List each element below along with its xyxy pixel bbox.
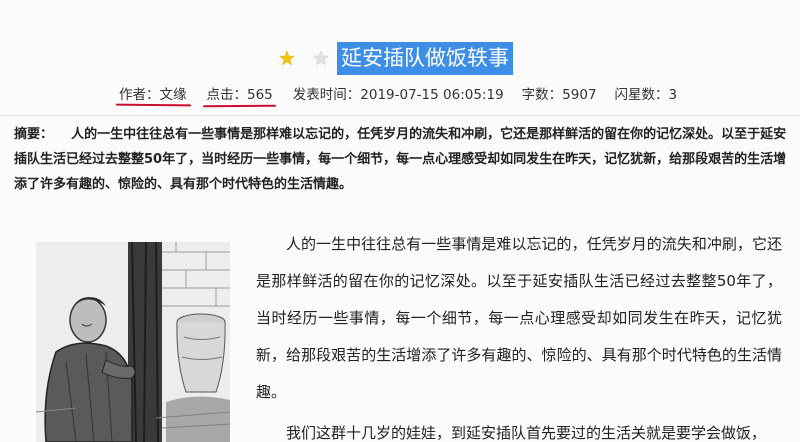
- sketch-illustration: [36, 242, 230, 442]
- body-paragraph: 人的一生中往往总有一些事情是难以忘记的，任凭岁月的流失和冲刷，它还是那样鲜活的留…: [256, 235, 782, 401]
- article-page: ★ ★ 延安插队做饭轶事 作者：文缘 点击：565 发表时间：2019-07-15 …: [0, 0, 800, 442]
- meta-divider: [0, 115, 800, 116]
- article-abstract: 摘要： 人的一生中往往总有一些事情是那样难以忘记的，任凭岁月的流失和冲刷，它还是…: [14, 122, 788, 197]
- clicks-underline-mark: [202, 104, 277, 108]
- author-underline-mark: [115, 103, 192, 107]
- article-body: 人的一生中往往总有一些事情是难以忘记的，任凭岁月的流失和冲刷，它还是那样鲜活的留…: [256, 226, 782, 442]
- article-meta: 作者：文缘 点击：565 发表时间：2019-07-15 06:05:19 字数：59…: [119, 86, 677, 104]
- title-row: ★ ★ 延安插队做饭轶事: [0, 42, 800, 78]
- abstract-label: 摘要：: [14, 127, 54, 142]
- body-paragraph: 我们这群十几岁的娃娃，到延安插队首先要过的生活关就是要学会做饭，: [286, 424, 767, 442]
- article-title: 延安插队做饭轶事: [337, 42, 513, 75]
- author-label[interactable]: 作者：文缘: [119, 86, 187, 104]
- abstract-text: 人的一生中往往总有一些事情是那样难以忘记的，任凭岁月的流失和冲刷，它还是那样鲜活…: [14, 127, 787, 192]
- click-count: 点击：565: [206, 87, 273, 103]
- flash-star-count: 闪星数：3: [614, 87, 678, 103]
- star-empty-icon[interactable]: ★: [312, 48, 330, 68]
- word-count: 字数：5907: [521, 87, 597, 103]
- star-filled-icon[interactable]: ★: [278, 48, 296, 68]
- publish-time: 发表时间：2019-07-15 06:05:19: [292, 87, 504, 103]
